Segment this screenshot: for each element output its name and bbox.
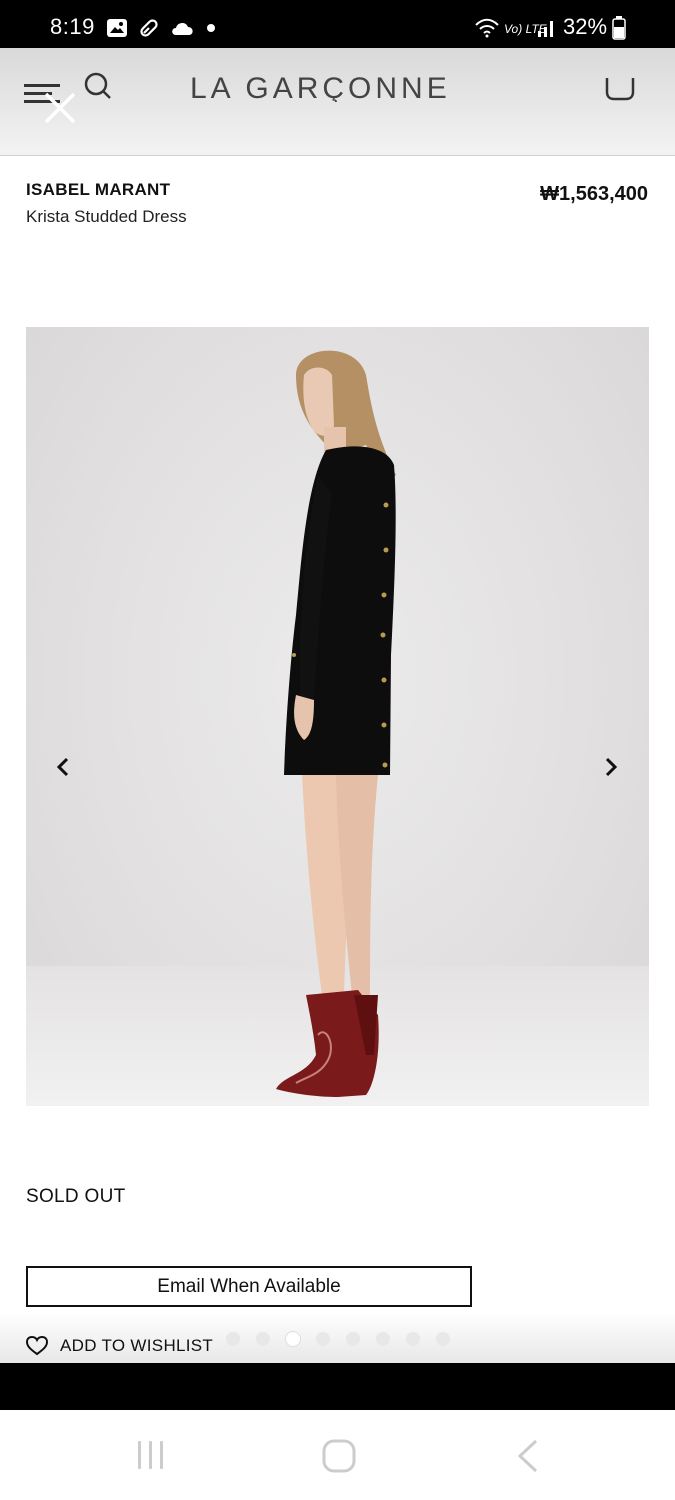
gallery-dot[interactable]	[256, 1332, 270, 1346]
gallery-dot[interactable]	[226, 1332, 240, 1346]
product-name: Krista Studded Dress	[26, 207, 187, 226]
gallery-dot[interactable]	[376, 1332, 390, 1346]
gallery-next-button[interactable]	[596, 752, 626, 782]
product-photo-model	[276, 350, 396, 1097]
product-brand[interactable]: ISABEL MARANT	[26, 180, 170, 200]
product-image-gallery[interactable]	[26, 327, 649, 1106]
pill-icon	[140, 19, 158, 37]
search-button[interactable]	[80, 72, 114, 102]
system-navigation-bar	[0, 1410, 675, 1500]
bag-button[interactable]	[604, 70, 636, 102]
email-when-available-button[interactable]: Email When Available	[26, 1266, 472, 1307]
heart-icon	[26, 1336, 48, 1356]
site-header: LA GARÇONNE	[0, 48, 675, 156]
close-icon	[44, 92, 76, 124]
status-time: 8:19	[50, 14, 95, 39]
notification-icons	[106, 17, 216, 39]
add-to-wishlist-button[interactable]: ADD TO WISHLIST	[26, 1336, 213, 1356]
wifi-icon	[475, 18, 499, 38]
battery-icon	[612, 16, 626, 40]
wishlist-label: ADD TO WISHLIST	[60, 1336, 214, 1355]
recents-icon[interactable]	[134, 1438, 168, 1472]
gallery-dot[interactable]	[346, 1332, 360, 1346]
gallery-dot[interactable]	[316, 1332, 330, 1346]
back-icon[interactable]	[514, 1438, 542, 1474]
dot-icon	[207, 24, 215, 32]
chevron-right-icon	[605, 757, 618, 777]
signal-icon	[538, 21, 553, 37]
product-price: ₩1,563,400	[540, 183, 648, 205]
close-button[interactable]	[40, 88, 80, 128]
search-icon	[84, 72, 111, 99]
bag-icon	[605, 78, 635, 101]
availability-status: SOLD OUT	[26, 1186, 126, 1207]
cloud-icon	[172, 22, 193, 35]
image-icon	[107, 19, 127, 37]
bottom-band	[0, 1363, 675, 1410]
gallery-dot[interactable]	[286, 1332, 300, 1346]
gallery-dot[interactable]	[406, 1332, 420, 1346]
battery-percent: 32%	[563, 14, 608, 39]
chevron-left-icon	[56, 757, 69, 777]
home-icon[interactable]	[321, 1438, 357, 1474]
gallery-prev-button[interactable]	[48, 752, 78, 782]
status-bar: 8:19 Vo) LTE 32%	[0, 0, 675, 48]
gallery-pagination	[226, 1332, 450, 1346]
gallery-dot[interactable]	[436, 1332, 450, 1346]
site-logo[interactable]: LA GARÇONNE	[190, 70, 490, 102]
